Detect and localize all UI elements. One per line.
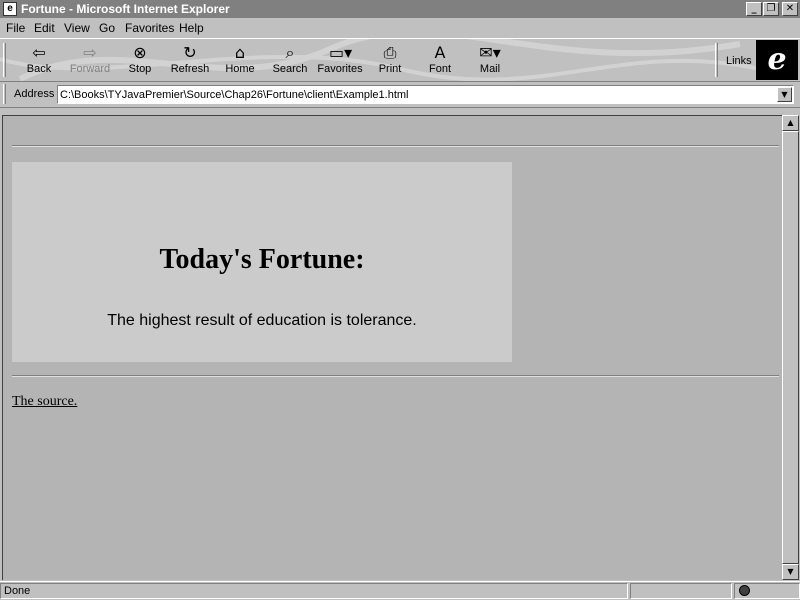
- status-main-pane: Done: [0, 583, 628, 599]
- stop-button-label: Stop: [128, 63, 152, 75]
- favorites-button[interactable]: ▭▾ Favorites: [315, 41, 365, 79]
- zone-icon: [739, 585, 750, 596]
- menu-go[interactable]: Go: [99, 21, 115, 35]
- address-input[interactable]: [60, 87, 775, 102]
- menu-view[interactable]: View: [64, 21, 90, 35]
- mail-icon: ✉▾: [479, 43, 501, 62]
- home-button-label: Home: [225, 63, 255, 75]
- source-link[interactable]: The source.: [12, 394, 77, 410]
- status-progress-pane: [630, 583, 732, 599]
- refresh-button-label: Refresh: [170, 63, 210, 75]
- font-button-label: Font: [428, 63, 451, 75]
- address-dropdown-button[interactable]: ▼: [777, 87, 792, 102]
- fortune-box: Today's Fortune: The highest result of e…: [12, 162, 512, 362]
- print-button[interactable]: ⎙ Print: [365, 41, 415, 79]
- fortune-text: The highest result of education is toler…: [107, 312, 417, 329]
- stop-icon: ⊗: [133, 43, 147, 62]
- back-button[interactable]: ⇦ Back: [14, 41, 64, 79]
- favorites-folder-icon: ▭▾: [329, 43, 353, 62]
- standard-toolbar: ⇦ Back ⇨ Forward ⊗ Stop ↻ Refresh ⌂ Home…: [0, 38, 800, 82]
- menu-favorites[interactable]: Favorites: [125, 21, 174, 35]
- title-bar[interactable]: e Fortune - Microsoft Internet Explorer …: [0, 0, 800, 18]
- refresh-button[interactable]: ↻ Refresh: [165, 41, 215, 79]
- mail-button[interactable]: ✉▾ Mail: [465, 41, 515, 79]
- search-button[interactable]: ⌕ Search: [265, 41, 315, 79]
- close-button[interactable]: ✕: [782, 2, 798, 16]
- search-icon: ⌕: [285, 43, 295, 62]
- refresh-icon: ↻: [183, 43, 197, 62]
- scroll-down-button[interactable]: ▼: [782, 564, 799, 580]
- vertical-scrollbar[interactable]: ▲ ▼: [782, 115, 799, 580]
- status-bar: Done: [0, 581, 800, 600]
- back-arrow-icon: ⇦: [32, 43, 46, 62]
- font-button[interactable]: A Font: [415, 41, 465, 79]
- status-text: Done: [4, 585, 31, 597]
- printer-icon: ⎙: [383, 43, 397, 62]
- browser-window: e Fortune - Microsoft Internet Explorer …: [0, 0, 800, 600]
- scroll-thumb[interactable]: [782, 131, 799, 564]
- forward-button[interactable]: ⇨ Forward: [65, 41, 115, 79]
- stop-button[interactable]: ⊗ Stop: [115, 41, 165, 79]
- fortune-heading: Today's Fortune:: [159, 244, 365, 275]
- mail-button-label: Mail: [479, 63, 501, 75]
- home-button[interactable]: ⌂ Home: [215, 41, 265, 79]
- menu-file[interactable]: File: [6, 21, 25, 35]
- search-button-label: Search: [272, 63, 308, 75]
- menu-help[interactable]: Help: [179, 21, 204, 35]
- bottom-horizontal-rule: [12, 375, 779, 377]
- address-bar: Address ▼: [0, 82, 800, 108]
- page-content: Today's Fortune: The highest result of e…: [2, 115, 782, 580]
- print-button-label: Print: [378, 63, 402, 75]
- maximize-button[interactable]: ❐: [763, 2, 779, 16]
- address-label: Address: [14, 88, 55, 100]
- top-horizontal-rule: [12, 145, 779, 147]
- toolbar-grip[interactable]: [3, 43, 6, 77]
- scroll-up-button[interactable]: ▲: [782, 115, 799, 131]
- forward-button-label: Forward: [69, 63, 111, 75]
- menu-bar: File Edit View Go Favorites Help: [0, 18, 800, 38]
- home-icon: ⌂: [234, 43, 246, 62]
- links-grip[interactable]: [715, 43, 718, 77]
- address-field-box[interactable]: ▼: [57, 85, 794, 104]
- window-title: Fortune - Microsoft Internet Explorer: [21, 2, 230, 16]
- minimize-button[interactable]: _: [746, 2, 762, 16]
- menu-edit[interactable]: Edit: [34, 21, 55, 35]
- ie-logo-icon: e: [756, 40, 798, 80]
- forward-arrow-icon: ⇨: [83, 43, 97, 62]
- ie-app-icon[interactable]: e: [3, 2, 17, 16]
- links-button[interactable]: Links: [726, 55, 752, 67]
- font-icon: A: [434, 43, 446, 62]
- address-grip[interactable]: [3, 84, 6, 104]
- favorites-button-label: Favorites: [317, 63, 363, 75]
- back-button-label: Back: [26, 63, 52, 75]
